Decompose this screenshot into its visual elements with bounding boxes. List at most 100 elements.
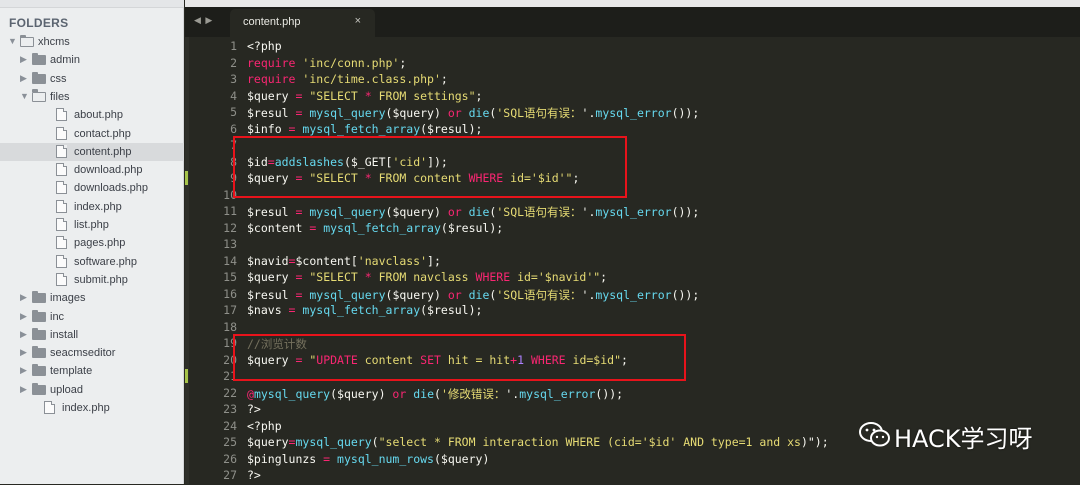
tree-file-item[interactable]: list.php xyxy=(0,216,184,234)
tree-folder-item[interactable]: ▶ css xyxy=(0,70,184,88)
folder-open-icon xyxy=(31,89,46,102)
code-token: '. xyxy=(505,386,520,401)
line-number: 6 xyxy=(230,121,237,136)
code-line[interactable]: require 'inc/time.class.php'; xyxy=(247,72,448,89)
code-token: ($query) xyxy=(385,287,448,302)
tree-file-item[interactable]: content.php xyxy=(0,142,184,161)
tree-file-item[interactable]: software.php xyxy=(0,253,184,271)
line-number: 20 xyxy=(223,352,237,367)
code-line[interactable]: $query=mysql_query("select * FROM intera… xyxy=(247,435,829,452)
code-line[interactable]: require 'inc/conn.php'; xyxy=(247,56,406,73)
folder-open-icon xyxy=(19,34,34,47)
tree-item-label: xhcms xyxy=(38,36,70,48)
tree-file-item[interactable]: downloads.php xyxy=(0,179,184,197)
tree-file-item[interactable]: index.php xyxy=(0,399,184,417)
folder-icon xyxy=(32,346,46,359)
code-line[interactable]: $query = "SELECT * FROM navclass WHERE i… xyxy=(247,270,607,287)
tree-item-label: submit.php xyxy=(74,273,128,286)
chevron-right-icon[interactable]: ▶ xyxy=(20,292,27,303)
chevron-right-icon[interactable]: ▶ xyxy=(20,329,27,340)
tree-folder-item[interactable]: ▼ files xyxy=(0,88,184,106)
code-line[interactable]: <?php xyxy=(247,39,282,56)
tree-folder-item[interactable]: ▶ upload xyxy=(0,381,184,399)
tree-item-label: software.php xyxy=(74,255,137,268)
tree-folder-item[interactable]: ▶ admin xyxy=(0,51,184,69)
code-token: die xyxy=(468,205,490,219)
code-line[interactable]: <?php xyxy=(247,419,282,436)
chevron-right-icon[interactable]: ▶ xyxy=(20,311,27,322)
tree-item-label: inc xyxy=(50,310,65,323)
tree-file-item[interactable]: contact.php xyxy=(0,125,184,143)
tab-nav-arrows[interactable]: ◀ ▶ xyxy=(194,15,213,26)
code-line[interactable]: $navs = mysql_fetch_array($resul); xyxy=(247,303,482,320)
tree-folder-item[interactable]: ▶ install xyxy=(0,326,184,344)
chevron-right-icon[interactable]: ▶ xyxy=(20,347,27,358)
tree-folder-item[interactable]: ▶ template xyxy=(0,362,184,380)
code-token: mysql_query xyxy=(253,386,331,401)
code-token: mysql_query xyxy=(309,205,386,219)
code-token: ( xyxy=(434,386,441,401)
tree-folder-item[interactable]: ▶ seacmseditor xyxy=(0,344,184,362)
close-icon[interactable]: × xyxy=(355,15,361,27)
code-token: 'SQL语句有误： xyxy=(496,287,582,302)
tree-folder-item[interactable]: ▶ inc xyxy=(0,308,184,326)
tree-item-label: admin xyxy=(50,54,80,67)
tree-item-label: seacmseditor xyxy=(50,347,116,360)
code-token: FROM settings" xyxy=(371,88,476,103)
code-token: $resul xyxy=(247,106,296,120)
tree-file-item[interactable]: submit.php xyxy=(0,271,184,289)
code-line[interactable]: @mysql_query($query) or die('修改错误：'.mysq… xyxy=(247,386,623,403)
code-line[interactable]: $pinglunzs = mysql_num_rows($query) xyxy=(247,452,489,469)
code-token: '修改错误： xyxy=(440,386,506,401)
chevron-right-icon[interactable]: ▶ xyxy=(20,365,27,376)
code-token: "select * FROM interaction WHERE (cid='$… xyxy=(378,435,801,449)
tree-file-item[interactable]: index.php xyxy=(0,198,184,216)
tree-file-item[interactable]: pages.php xyxy=(0,234,184,252)
code-token: ; xyxy=(475,88,483,103)
tab-content-php[interactable]: content.php × xyxy=(230,9,375,37)
tree-folder-item[interactable]: ▼ xhcms xyxy=(0,33,184,51)
code-line[interactable]: ?> xyxy=(247,468,261,485)
code-token: ()); xyxy=(671,287,700,302)
code-token: $navid xyxy=(247,253,289,268)
code-token: <?php xyxy=(247,418,282,433)
line-number: 9 xyxy=(230,171,237,185)
code-token: ; xyxy=(440,72,448,86)
chevron-right-icon[interactable]: ▶ xyxy=(20,73,27,84)
file-icon xyxy=(56,126,67,140)
code-line[interactable]: $content = mysql_fetch_array($resul); xyxy=(247,221,503,238)
code-editor[interactable]: <?php require 'inc/conn.php'; require 'inc… xyxy=(247,37,1080,484)
chevron-right-icon[interactable]: ▶ xyxy=(20,384,27,395)
code-token: ($query) xyxy=(385,205,448,219)
tree-file-item[interactable]: about.php xyxy=(0,106,184,124)
folder-icon xyxy=(32,382,46,395)
code-line[interactable]: $query = "SELECT * FROM settings"; xyxy=(247,89,482,106)
modified-line-marker xyxy=(185,171,188,185)
tree-folder-item[interactable]: ▶ images xyxy=(0,289,184,307)
line-number: 23 xyxy=(223,402,237,416)
code-line[interactable]: $resul = mysql_query($query) or die('SQL… xyxy=(247,287,699,304)
code-token: ($resul); xyxy=(440,220,504,235)
line-number: 2 xyxy=(230,55,237,70)
folders-header: FOLDERS xyxy=(9,16,69,30)
code-token: FROM navclass xyxy=(371,270,476,284)
code-token: mysql_fetch_array xyxy=(302,121,421,136)
tree-file-item[interactable]: download.php xyxy=(0,161,184,179)
code-token: or xyxy=(392,386,407,401)
file-icon xyxy=(56,163,67,177)
code-line[interactable]: $resul = mysql_query($query) or die('SQL… xyxy=(247,105,699,122)
code-line[interactable]: $navid=$content['navclass']; xyxy=(247,254,441,271)
chevron-down-icon[interactable]: ▼ xyxy=(20,91,29,101)
code-line[interactable]: ?> xyxy=(247,402,261,419)
code-line[interactable]: $resul = mysql_query($query) or die('SQL… xyxy=(247,204,699,221)
chevron-down-icon[interactable]: ▼ xyxy=(8,36,17,46)
code-token: '. xyxy=(581,205,596,219)
line-number: 24 xyxy=(223,418,237,433)
line-number: 22 xyxy=(223,385,237,400)
chevron-right-icon[interactable]: ▶ xyxy=(20,54,27,65)
sidebar-top-strip xyxy=(0,0,184,8)
tree-item-label: downloads.php xyxy=(74,182,149,195)
